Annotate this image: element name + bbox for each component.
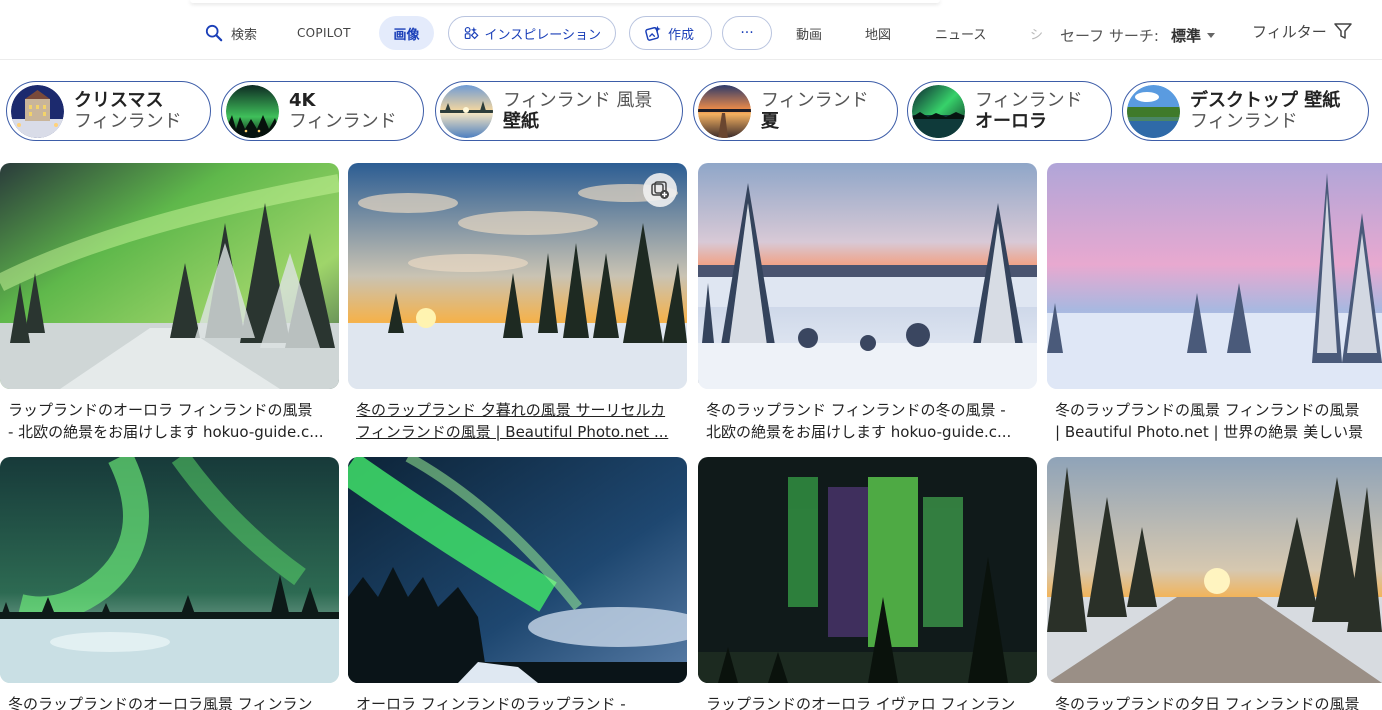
- result-caption[interactable]: ラップランドのオーロラ イヴァロ フィンラン: [698, 693, 1037, 710]
- safesearch-label: セーフ サーチ:: [1060, 26, 1159, 45]
- chip-thumbnail: [912, 84, 965, 138]
- result-image[interactable]: [698, 457, 1037, 683]
- chip-line1: デスクトップ 壁紙: [1190, 90, 1341, 111]
- result-caption[interactable]: ラップランドのオーロラ フィンランドの風景 - 北欧の絶景をお届けします hok…: [0, 399, 339, 443]
- caption-line2: - 北欧の絶景をお届けします hokuo-guide.c...: [8, 423, 324, 441]
- suggestion-chip-aurora[interactable]: フィンランド オーロラ: [907, 81, 1112, 141]
- tab-truncated-label: シ: [1030, 27, 1044, 43]
- result-caption[interactable]: 冬のラップランドの風景 フィンランドの風景 | Beautiful Photo.…: [1047, 399, 1382, 443]
- inspiration-icon: [464, 26, 479, 40]
- result-image[interactable]: [348, 457, 687, 683]
- tab-copilot[interactable]: COPILOT: [297, 16, 351, 50]
- caption-line1: 冬のラップランドの夕日 フィンランドの風景: [1055, 695, 1360, 710]
- more-icon: ···: [740, 25, 754, 41]
- result-caption[interactable]: 冬のラップランドの夕日 フィンランドの風景: [1047, 693, 1382, 710]
- tab-images[interactable]: 画像: [379, 16, 434, 50]
- chip-thumbnail: [11, 84, 64, 138]
- filter-button[interactable]: フィルター: [1252, 14, 1353, 48]
- caret-down-icon: [1206, 32, 1215, 38]
- caption-line2: フィンランドの風景 | Beautiful Photo.net ...: [356, 423, 669, 441]
- tab-maps-label: 地図: [865, 27, 892, 43]
- safesearch-value: 標準: [1170, 26, 1201, 45]
- search-box-edge: [190, 0, 940, 3]
- image-result[interactable]: ラップランドのオーロラ フィンランドの風景 - 北欧の絶景をお届けします hok…: [0, 163, 339, 443]
- chip-line1: クリスマス: [74, 90, 164, 111]
- tab-videos-label: 動画: [796, 27, 823, 43]
- suggestion-chip-4k[interactable]: 4K フィンランド: [221, 81, 424, 141]
- caption-line1: 冬のラップランド 夕暮れの風景 サーリセルカ: [356, 401, 666, 419]
- tab-images-label: 画像: [393, 27, 420, 43]
- result-caption[interactable]: オーロラ フィンランドのラップランド -: [348, 693, 687, 710]
- chip-line2: 壁紙: [503, 111, 539, 132]
- create-image-icon: [645, 25, 661, 41]
- result-image[interactable]: [1047, 457, 1382, 683]
- result-image[interactable]: [1047, 163, 1382, 389]
- caption-line1: ラップランドのオーロラ フィンランドの風景: [8, 401, 313, 419]
- chip-line1: 4K: [289, 90, 316, 111]
- caption-line1: 冬のラップランドのオーロラ風景 フィンラン: [8, 695, 313, 710]
- tab-maps[interactable]: 地図: [865, 16, 891, 50]
- search-icon: [205, 24, 223, 42]
- suggestion-chip-christmas[interactable]: クリスマス フィンランド: [6, 81, 211, 141]
- image-result[interactable]: 冬のラップランド 夕暮れの風景 サーリセルカ フィンランドの風景 | Beaut…: [348, 163, 687, 443]
- inspiration-button[interactable]: インスピレーション: [448, 16, 616, 50]
- caption-line2: | Beautiful Photo.net | 世界の絶景 美しい景色: [1055, 423, 1364, 441]
- image-result[interactable]: オーロラ フィンランドのラップランド -: [348, 457, 687, 710]
- caption-line1: 冬のラップランド フィンランドの冬の風景 -: [706, 401, 1006, 419]
- image-result[interactable]: 冬のラップランド フィンランドの冬の風景 - 北欧の絶景をお届けします hoku…: [698, 163, 1037, 443]
- suggestion-chip-desktop-wallpaper[interactable]: デスクトップ 壁紙 フィンランド: [1122, 81, 1369, 141]
- top-navigation: 検索 COPILOT 画像 インスピレーション 作成 ··· 動画 地図 ニュー…: [0, 0, 1382, 60]
- result-image[interactable]: [0, 457, 339, 683]
- filter-icon: [1333, 23, 1352, 39]
- image-result[interactable]: 冬のラップランドの風景 フィンランドの風景 | Beautiful Photo.…: [1047, 163, 1382, 443]
- suggestion-chip-landscape-wallpaper[interactable]: フィンランド 風景 壁紙: [435, 81, 683, 141]
- chip-line2: フィンランド: [289, 111, 397, 132]
- tab-news[interactable]: ニュース: [935, 16, 986, 50]
- chip-thumbnail: [698, 84, 751, 138]
- chip-line2: フィンランド: [74, 111, 182, 132]
- chip-thumbnail: [440, 84, 493, 138]
- chip-line2: 夏: [761, 111, 779, 132]
- chip-thumbnail: [1127, 84, 1180, 138]
- chip-thumbnail: [226, 84, 279, 138]
- safesearch-dropdown[interactable]: セーフ サーチ: 標準: [1060, 18, 1215, 52]
- result-caption[interactable]: 冬のラップランドのオーロラ風景 フィンラン: [0, 693, 339, 710]
- chip-line1: フィンランド: [761, 90, 869, 111]
- result-caption[interactable]: 冬のラップランド 夕暮れの風景 サーリセルカ フィンランドの風景 | Beaut…: [348, 399, 687, 443]
- create-button[interactable]: 作成: [629, 16, 712, 50]
- result-image[interactable]: [348, 163, 687, 389]
- tab-news-label: ニュース: [935, 27, 987, 43]
- inspiration-label: インスピレーション: [484, 27, 601, 43]
- filter-label: フィルター: [1252, 22, 1327, 41]
- chip-line2: フィンランド: [1190, 111, 1298, 132]
- tab-videos[interactable]: 動画: [796, 16, 822, 50]
- tab-search-label: 検索: [231, 27, 258, 43]
- more-button[interactable]: ···: [722, 16, 772, 50]
- image-result[interactable]: ラップランドのオーロラ イヴァロ フィンラン: [698, 457, 1037, 710]
- caption-line1: 冬のラップランドの風景 フィンランドの風景: [1055, 401, 1360, 419]
- collection-add-icon: [651, 181, 669, 199]
- image-result[interactable]: 冬のラップランドの夕日 フィンランドの風景: [1047, 457, 1382, 710]
- create-label: 作成: [668, 27, 695, 43]
- caption-line1: オーロラ フィンランドのラップランド -: [356, 695, 626, 710]
- suggestion-chip-summer[interactable]: フィンランド 夏: [693, 81, 898, 141]
- tab-search[interactable]: 検索: [205, 16, 257, 50]
- chip-line2: オーロラ: [975, 111, 1047, 132]
- result-image[interactable]: [698, 163, 1037, 389]
- result-image[interactable]: [0, 163, 339, 389]
- caption-line2: 北欧の絶景をお届けします hokuo-guide.c...: [706, 423, 1012, 441]
- tab-truncated[interactable]: シ: [1030, 16, 1043, 50]
- tab-copilot-label: COPILOT: [297, 26, 351, 40]
- result-caption[interactable]: 冬のラップランド フィンランドの冬の風景 - 北欧の絶景をお届けします hoku…: [698, 399, 1037, 443]
- chip-line1: フィンランド: [975, 90, 1083, 111]
- add-to-collection-button[interactable]: [643, 173, 677, 207]
- image-result[interactable]: 冬のラップランドのオーロラ風景 フィンラン: [0, 457, 339, 710]
- chip-line1: フィンランド 風景: [503, 90, 653, 111]
- caption-line1: ラップランドのオーロラ イヴァロ フィンラン: [706, 695, 1016, 710]
